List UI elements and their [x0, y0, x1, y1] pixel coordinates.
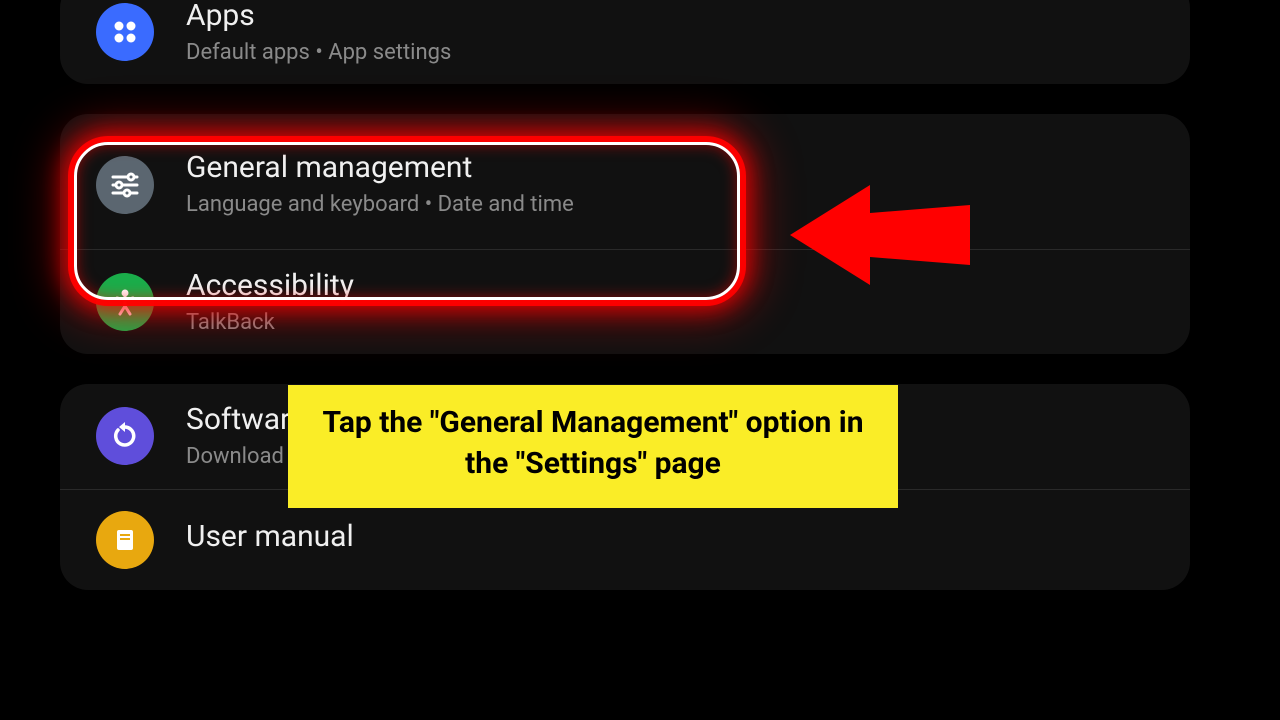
refresh-icon — [96, 407, 154, 465]
settings-item-accessibility[interactable]: Accessibility TalkBack — [60, 250, 1190, 354]
item-text: Software update Download and install — [186, 402, 406, 470]
item-text: Accessibility TalkBack — [186, 268, 354, 336]
item-text: Apps Default apps • App settings — [186, 0, 451, 66]
item-subtitle: Language and keyboard • Date and time — [186, 192, 574, 218]
sliders-icon — [96, 156, 154, 214]
item-title: General management — [186, 150, 574, 186]
settings-item-user-manual[interactable]: User manual — [60, 490, 1190, 590]
settings-item-software-update[interactable]: Software update Download and install — [60, 384, 1190, 489]
item-title: Software update — [186, 402, 406, 438]
item-text: General management Language and keyboard… — [186, 150, 574, 218]
settings-group-info: Software update Download and install Use… — [60, 384, 1190, 589]
accessibility-icon — [96, 273, 154, 331]
book-icon — [96, 511, 154, 569]
item-title: Accessibility — [186, 268, 354, 304]
settings-group-apps: Apps Default apps • App settings — [60, 0, 1190, 84]
item-text: User manual — [186, 519, 354, 561]
item-subtitle: Default apps • App settings — [186, 40, 451, 66]
settings-item-apps[interactable]: Apps Default apps • App settings — [60, 0, 1190, 84]
item-title: User manual — [186, 519, 354, 555]
item-subtitle: Download and install — [186, 444, 406, 470]
settings-list: Apps Default apps • App settings General… — [60, 0, 1190, 620]
item-title: Apps — [186, 0, 451, 34]
item-subtitle: TalkBack — [186, 310, 354, 336]
settings-group-system: General management Language and keyboard… — [60, 114, 1190, 354]
apps-icon — [96, 3, 154, 61]
settings-item-general-management[interactable]: General management Language and keyboard… — [60, 114, 1190, 249]
